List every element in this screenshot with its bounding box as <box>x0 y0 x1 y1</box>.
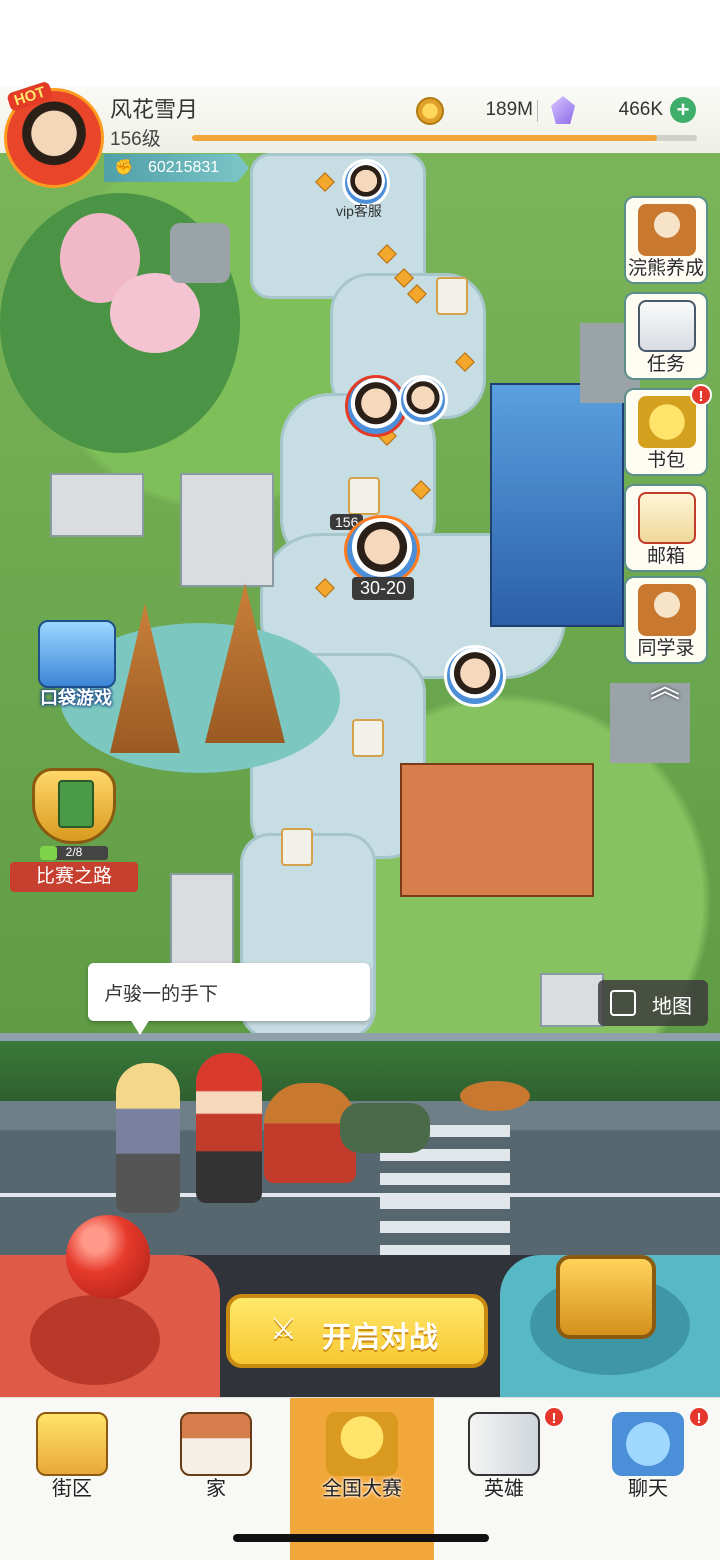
envelope-icon <box>638 492 696 544</box>
tab-label: 全国大赛 <box>322 1478 402 1500</box>
player-name: 风花雪月 <box>110 97 199 122</box>
side-item-label: 浣熊养成 <box>627 258 704 279</box>
clipboard-icon <box>638 300 696 352</box>
building <box>540 973 604 1027</box>
tunnel <box>170 223 230 283</box>
tab-label: 聊天 <box>628 1478 668 1500</box>
classmates-button[interactable]: 同学录 <box>624 576 708 664</box>
dialogue-text: 卢骏一的手下 <box>104 984 219 1005</box>
hedge-fence <box>0 1041 720 1101</box>
building <box>180 473 274 587</box>
mailbox-button[interactable]: 邮箱 <box>624 484 708 572</box>
player-level: 156级 <box>110 129 161 150</box>
xp-progress-fill <box>192 135 657 141</box>
status-bar-area <box>0 0 720 85</box>
school-building <box>400 763 594 897</box>
rival-avatar[interactable] <box>444 645 506 707</box>
add-currency-button[interactable]: + <box>670 97 696 123</box>
pocket-game-label: 口袋游戏 <box>40 688 112 708</box>
backpack-icon <box>638 396 696 448</box>
raccoon-icon <box>638 204 696 256</box>
start-battle-label: 开启对战 <box>322 1322 439 1354</box>
chat-bubble-icon <box>612 1412 684 1476</box>
card-icon <box>58 780 94 828</box>
raccoon-raising-button[interactable]: 浣熊养成 <box>624 196 708 284</box>
home-indicator <box>233 1534 489 1542</box>
tab-district[interactable]: 街区 <box>0 1398 144 1560</box>
dialogue-bubble: 卢骏一的手下 <box>88 963 370 1035</box>
tab-label: 家 <box>206 1478 226 1500</box>
side-item-label: 任务 <box>646 354 685 375</box>
vip-service-avatar[interactable] <box>342 159 390 207</box>
raccoon-book-icon <box>638 584 696 636</box>
heroes-notification-badge: ! <box>543 1406 565 1428</box>
backpack-notification-badge: ! <box>690 384 712 406</box>
tab-label: 英雄 <box>484 1478 524 1500</box>
treasure-chest-icon[interactable] <box>556 1255 656 1339</box>
blonde-character[interactable] <box>116 1063 180 1213</box>
cafe-table <box>460 1081 530 1111</box>
current-player-marker[interactable] <box>344 515 420 585</box>
runner-icon <box>38 620 116 688</box>
rival-avatar[interactable] <box>398 375 448 425</box>
tab-label: 街区 <box>52 1478 92 1500</box>
tasks-button[interactable]: 任务 <box>624 292 708 380</box>
side-item-label: 邮箱 <box>646 546 685 567</box>
stage-label: 30-20 <box>352 577 415 600</box>
race-road-progress-bar: 2/8 <box>40 845 108 860</box>
joystick-icon[interactable] <box>66 1215 150 1299</box>
side-item-label: 同学录 <box>637 638 695 659</box>
signpost-icon <box>36 1412 108 1476</box>
fist-icon: ✊ <box>114 159 134 176</box>
cherry-tree <box>110 273 200 353</box>
rival-avatar[interactable] <box>345 375 407 437</box>
stage-node[interactable] <box>348 477 380 515</box>
house-icon <box>180 1412 252 1476</box>
side-item-label: 书包 <box>646 450 685 471</box>
power-display: ✊ 60215831 <box>104 154 249 182</box>
vip-service-label[interactable]: vip客服 <box>336 201 382 221</box>
map-button[interactable]: 地图 <box>598 980 708 1026</box>
trophy-icon <box>326 1412 398 1476</box>
lane-line <box>0 1193 720 1197</box>
skyscraper <box>490 383 624 627</box>
map-icon <box>610 990 636 1016</box>
pocket-game-button[interactable]: 口袋游戏 <box>34 620 116 708</box>
xp-progress-bar <box>192 135 697 141</box>
world-map[interactable]: vip客服 156 30-20 口袋游戏 2/8 比赛之路 地图 <box>0 153 720 1033</box>
stage-node[interactable] <box>436 277 468 315</box>
stage-node[interactable] <box>352 719 384 757</box>
chat-notification-badge: ! <box>688 1406 710 1428</box>
gem-value: 466K <box>618 99 663 120</box>
cards-icon <box>468 1412 540 1476</box>
joystick-base <box>30 1295 160 1385</box>
stage-node[interactable] <box>281 828 313 866</box>
building <box>170 873 234 977</box>
currency-divider <box>537 100 538 122</box>
start-battle-button[interactable]: ⚔ 开启对战 <box>226 1294 488 1368</box>
building <box>50 473 144 537</box>
scooter <box>340 1103 430 1153</box>
race-road-label: 比赛之路 <box>10 862 138 892</box>
race-road-progress: 2/8 <box>65 845 83 859</box>
map-button-label: 地图 <box>652 996 692 1018</box>
coin-value: 189M <box>485 99 533 120</box>
player-character[interactable] <box>196 1053 262 1203</box>
race-road-button[interactable]: 2/8 比赛之路 <box>10 768 138 896</box>
power-value: 60215831 <box>148 159 220 176</box>
coin-icon <box>416 97 444 125</box>
bubble-tail <box>130 1019 150 1035</box>
collapse-menu-chevron-icon[interactable]: ︽ <box>640 668 690 708</box>
crossed-swords-icon: ⚔ <box>270 1313 297 1346</box>
